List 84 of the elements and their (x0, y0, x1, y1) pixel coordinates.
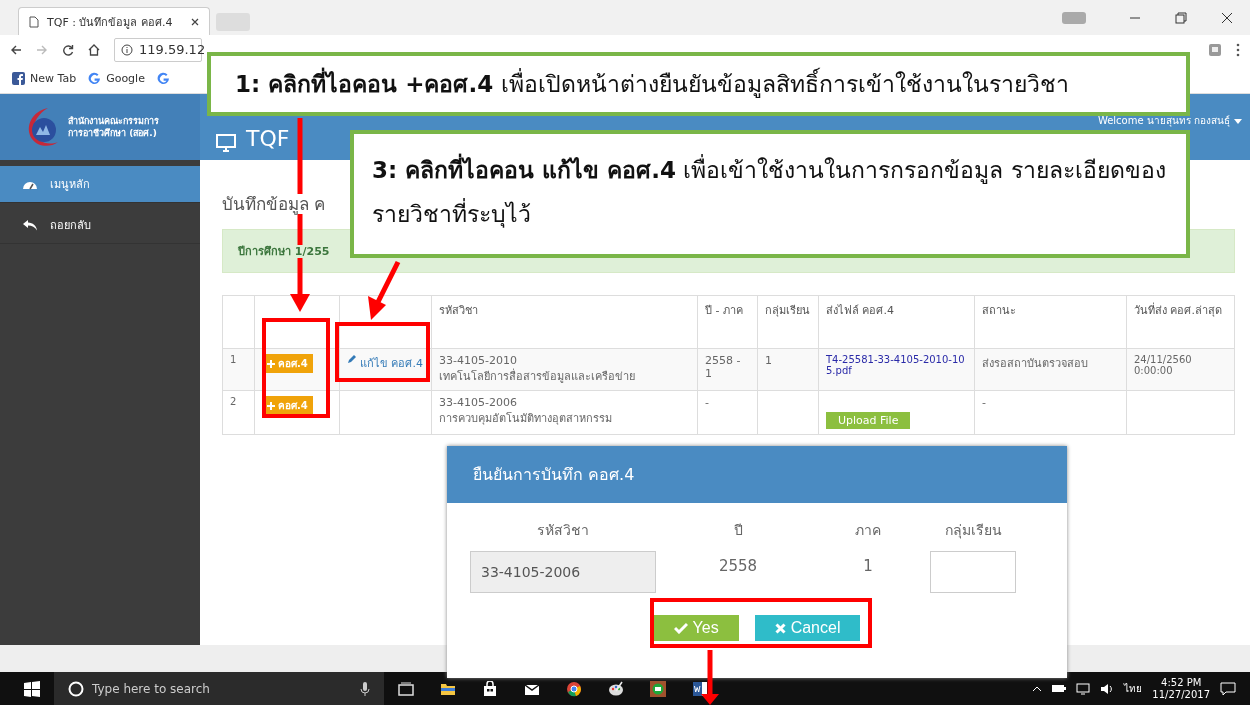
page-title: บันทึกข้อมูล ค (222, 194, 326, 214)
caret-icon (1234, 118, 1242, 124)
google-icon (156, 72, 170, 85)
column-header: ปี - ภาค (697, 295, 758, 349)
field-value: 2558 (718, 557, 758, 575)
table-cell: 1 (222, 348, 255, 391)
check-icon (673, 622, 688, 634)
chrome-icon (566, 680, 582, 697)
clock-date: 11/27/2017 (1152, 688, 1210, 701)
column-header: วันที่ส่ง คอศ.ล่าสุด (1126, 295, 1235, 349)
language-indicator[interactable]: ไทย (1124, 681, 1143, 696)
column-header: กลุ่มเรียน (757, 295, 819, 349)
sidebar-item[interactable]: ถอยกลับ (0, 207, 200, 244)
bookmark-link[interactable] (156, 72, 170, 85)
page-icon (29, 15, 39, 28)
speaker-icon (1100, 682, 1115, 695)
close-icon (1221, 11, 1233, 24)
field-value: 1 (863, 557, 873, 575)
readonly-field[interactable]: 33-4105-2006 (470, 551, 656, 593)
table-cell: - (974, 390, 1127, 435)
pointer-arrow (701, 650, 719, 705)
network-icon (1076, 682, 1091, 695)
table-cell: - (697, 390, 758, 435)
cortana-circle-icon (68, 680, 84, 697)
app-title: TQF (246, 126, 290, 152)
table-cell: 1 (757, 348, 819, 391)
menu-icon (1236, 42, 1240, 57)
windows-start-icon (24, 680, 40, 697)
home-icon (88, 43, 100, 56)
column-header: สถานะ (974, 295, 1127, 349)
paint-palette-icon (608, 680, 624, 697)
task-view-icon (398, 680, 414, 697)
bookmark-link[interactable]: Google (88, 72, 145, 85)
search-field[interactable]: Type here to search (54, 672, 384, 705)
course-code: 33-4105-2010 (439, 354, 518, 367)
field-label: รหัสวิชา (537, 521, 589, 540)
battery-icon (1052, 684, 1067, 693)
forward-arrow-icon (36, 43, 48, 56)
notification-icon (1220, 681, 1236, 696)
field-label: ปี (733, 521, 743, 540)
cross-icon (774, 622, 786, 634)
monitor-icon (216, 134, 236, 152)
facebook-icon (12, 72, 25, 85)
bookmark-link[interactable]: New Tab (12, 72, 77, 85)
browser-tab[interactable]: TQF : บันทึกข้อมูล คอศ.4 (18, 7, 210, 35)
organization-name: การอาชีวศึกษา (สอศ.) (68, 127, 158, 139)
callout-note: 3: คลิกที่ไอคอน แก้ไข คอศ.4 เพื่อเข้าใช้งานในการกรอกข้อมูล รายละเอียดของรายวิชาที่ระบุไว้ (350, 130, 1190, 258)
google-icon (88, 72, 102, 85)
restore-icon (1175, 11, 1187, 24)
column-header: รหัสวิชา (431, 295, 698, 349)
extension-icon (1208, 42, 1222, 57)
column-header: ส่งไฟล์ คอศ.4 (818, 295, 975, 349)
table-cell: 2 (222, 390, 255, 435)
callout-note: 1: คลิกที่ไอคอน +คอศ.4 เพื่อเปิดหน้าต่างยืนยันข้อมูลสิทธิ์การเข้าใช้งานในรายวิชา (207, 52, 1190, 116)
alert-text: ปีการศึกษา 1/255 (238, 245, 330, 258)
close-icon (191, 17, 199, 26)
clock-time: 4:52 PM (1160, 676, 1203, 689)
reply-arrow-icon (22, 219, 38, 231)
address-bar[interactable]: 119.59.12 (114, 37, 202, 62)
plus-icon (267, 359, 275, 368)
course-code: 33-4105-2006 (439, 396, 518, 409)
pencil-icon (347, 354, 357, 364)
chat-bubble-icon (650, 680, 666, 697)
table-cell: 2558 - 1 (697, 348, 758, 391)
back-arrow-icon (10, 43, 22, 56)
organization-name: สำนักงานคณะกรรมการ (68, 115, 159, 127)
microphone-icon (360, 680, 370, 697)
plus-icon (267, 401, 275, 410)
dialog-title: ยืนยันการบันทึก คอศ.4 (447, 446, 1067, 503)
sidebar-item[interactable]: เมนูหลัก (0, 166, 200, 203)
word-document-icon (692, 680, 708, 697)
table-cell: ส่งรอสถาบันตรวจสอบ (974, 348, 1127, 391)
chevron-up-icon (1032, 685, 1043, 692)
info-icon (121, 43, 133, 56)
input-field[interactable] (930, 551, 1016, 593)
course-name: เทคโนโลยีการสื่อสารข้อมูลและเครือข่าย (439, 367, 636, 385)
field-label: กลุ่มเรียน (944, 521, 1002, 541)
course-name: การควบคุมอัตโนมัติทางอุตสาหกรรม (439, 411, 613, 427)
reload-icon (62, 43, 74, 56)
shopping-bag-icon (482, 680, 498, 697)
field-label: ภาค (855, 521, 881, 540)
pointer-arrow (368, 260, 401, 320)
user-menu[interactable]: Welcome นายสุนทร กองสนธุ์ (1097, 115, 1242, 127)
table-cell: 24/11/2560 0:00:00 (1126, 348, 1235, 391)
